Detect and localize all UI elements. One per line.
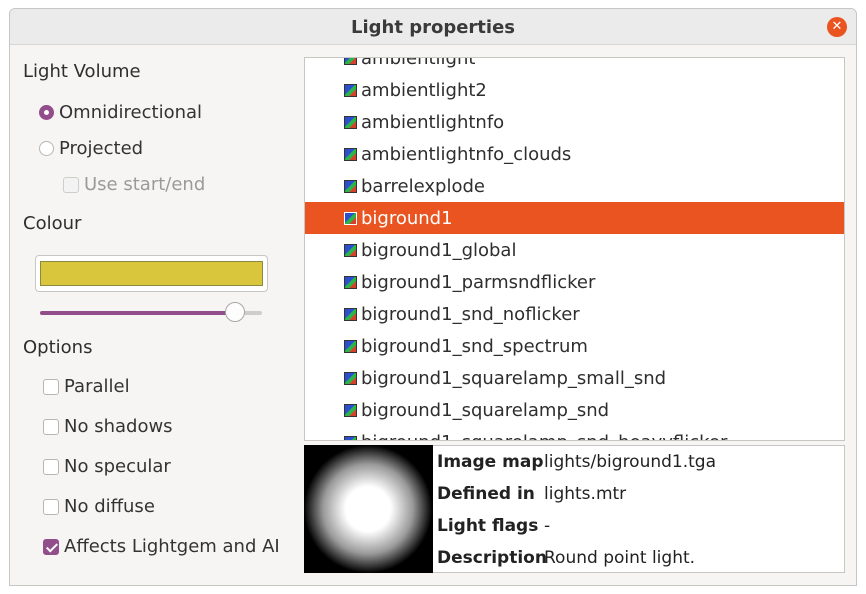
no-diffuse-checkbox[interactable]: No diffuse: [43, 496, 155, 517]
info-row-description: Description Round point light.: [437, 548, 696, 568]
list-item-label: ambientlightnfo: [361, 111, 505, 133]
list-item[interactable]: ambientlightnfo_clouds: [305, 138, 844, 170]
info-row-image-map: Image map lights/biground1.tga: [437, 452, 717, 472]
list-item-label: biground1_snd_spectrum: [361, 335, 588, 357]
checkbox-icon: [43, 418, 59, 435]
checkbox-icon: [63, 176, 79, 193]
brightness-slider-handle[interactable]: [225, 302, 246, 322]
light-volume-heading: Light Volume: [23, 61, 141, 82]
list-item[interactable]: biground1_global: [305, 234, 844, 266]
omnidirectional-label: Omnidirectional: [59, 102, 203, 123]
texture-icon: [344, 371, 357, 385]
list-item[interactable]: ambientlight2: [305, 74, 844, 106]
list-item-label: biground1_global: [361, 239, 517, 261]
texture-icon: [344, 211, 357, 225]
light-texture-list[interactable]: ambientlight ambientlight2 ambientlightnfo…: [304, 57, 845, 441]
info-row-light-flags: Light flags -: [437, 516, 551, 536]
list-item-label: biground1_squarelamp_snd: [361, 399, 610, 421]
radio-checked-icon: [39, 105, 54, 120]
list-item-label: ambientlight2: [361, 79, 487, 101]
list-item[interactable]: biground1_snd_noflicker: [305, 298, 844, 330]
colour-heading: Colour: [23, 213, 82, 234]
texture-icon: [344, 179, 357, 193]
texture-icon: [344, 83, 357, 97]
light-preview-image: [304, 445, 433, 573]
parallel-checkbox[interactable]: Parallel: [43, 376, 130, 397]
texture-icon: [344, 307, 357, 321]
texture-icon: [344, 115, 357, 129]
texture-icon: [344, 403, 357, 417]
projected-label: Projected: [59, 138, 144, 159]
list-item-label: biground1_parmsndflicker: [361, 271, 596, 293]
title-bar: Light properties ✕: [10, 9, 856, 45]
list-item[interactable]: barrelexplode: [305, 170, 844, 202]
affects-lightgem-checkbox[interactable]: Affects Lightgem and AI: [43, 536, 280, 557]
list-item[interactable]: ambientlightnfo: [305, 106, 844, 138]
colour-picker-button[interactable]: [35, 255, 268, 292]
use-start-end-label: Use start/end: [84, 174, 206, 195]
no-diffuse-label: No diffuse: [64, 496, 155, 517]
no-specular-label: No specular: [64, 456, 171, 477]
texture-icon: [344, 275, 357, 289]
left-panel: Light Volume Omnidirectional Projected U…: [10, 45, 304, 585]
options-heading: Options: [23, 337, 93, 358]
checkbox-checked-icon: [43, 538, 59, 555]
projected-radio[interactable]: Projected: [39, 138, 143, 159]
no-specular-checkbox[interactable]: No specular: [43, 456, 171, 477]
use-start-end-checkbox[interactable]: Use start/end: [63, 174, 205, 195]
checkbox-icon: [43, 458, 59, 475]
list-item[interactable]: biground1_squarelamp_snd: [305, 394, 844, 426]
radio-unchecked-icon: [39, 141, 54, 156]
list-item-label: biground1_snd_noflicker: [361, 303, 580, 325]
list-item-label: biground1: [361, 207, 453, 229]
light-info-panel: Image map lights/biground1.tga Defined i…: [433, 445, 845, 573]
texture-icon: [344, 147, 357, 161]
dialog-title: Light properties: [350, 17, 515, 38]
list-item[interactable]: biground1_squarelamp_snd_heavyflicker: [305, 426, 844, 441]
list-item-label: ambientlight: [361, 57, 476, 69]
checkbox-icon: [43, 498, 59, 515]
list-item[interactable]: biground1_squarelamp_small_snd: [305, 362, 844, 394]
no-shadows-checkbox[interactable]: No shadows: [43, 416, 173, 437]
list-item-label: ambientlightnfo_clouds: [361, 143, 572, 165]
list-item[interactable]: biground1_snd_spectrum: [305, 330, 844, 362]
close-icon: ✕: [831, 19, 843, 34]
omnidirectional-radio[interactable]: Omnidirectional: [39, 102, 202, 123]
close-button[interactable]: ✕: [827, 17, 847, 37]
parallel-label: Parallel: [64, 376, 130, 397]
texture-icon: [344, 58, 357, 65]
texture-icon: [344, 243, 357, 257]
texture-icon: [344, 435, 357, 440]
texture-icon: [344, 339, 357, 353]
info-row-defined-in: Defined in lights.mtr: [437, 484, 627, 504]
brightness-slider-fill: [40, 311, 236, 315]
list-item-label: barrelexplode: [361, 175, 485, 197]
list-item-label: biground1_squarelamp_snd_heavyflicker: [361, 432, 727, 441]
light-properties-dialog: Light properties ✕ Light Volume Omnidire…: [9, 8, 857, 586]
colour-swatch: [40, 261, 263, 286]
list-item[interactable]: ambientlight: [305, 57, 844, 74]
no-shadows-label: No shadows: [64, 416, 173, 437]
list-item[interactable]: biground1_parmsndflicker: [305, 266, 844, 298]
affects-lightgem-label: Affects Lightgem and AI: [64, 536, 280, 557]
checkbox-icon: [43, 378, 59, 395]
list-item[interactable]: biground1: [305, 202, 844, 234]
list-item-label: biground1_squarelamp_small_snd: [361, 367, 667, 389]
